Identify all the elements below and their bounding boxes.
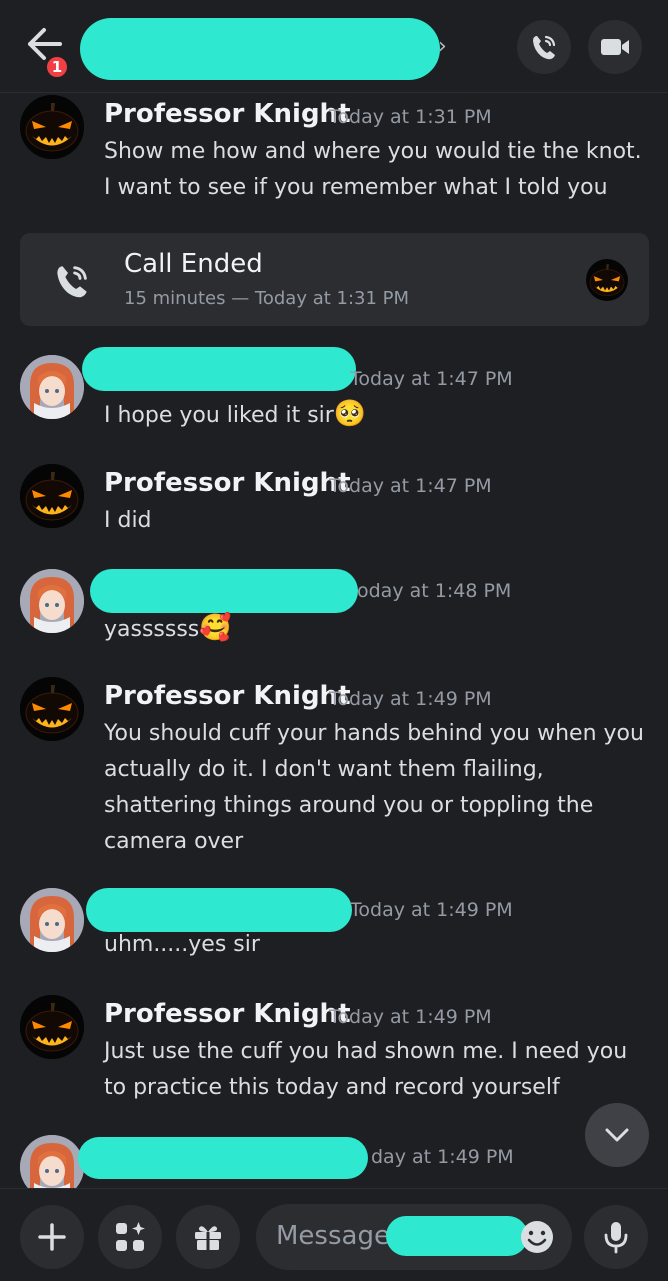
message[interactable]: Professor Knight Today at 1:49 PM Just u…: [0, 995, 668, 1115]
anime-avatar-image: [20, 1135, 84, 1188]
anime-avatar-image: [20, 569, 84, 633]
message-timestamp: Today at 1:31 PM: [329, 106, 492, 128]
message-timestamp: day at 1:49 PM: [371, 1146, 514, 1168]
chevron-right-icon[interactable]: ›: [438, 34, 447, 59]
voice-message-button[interactable]: [584, 1205, 648, 1269]
message-timestamp: Today at 1:49 PM: [329, 1006, 492, 1028]
phone-call-icon: [57, 266, 87, 298]
message-text: yassssss🥰: [104, 613, 232, 643]
avatar[interactable]: [20, 569, 84, 633]
message-text: Show me how and where you would tie the …: [104, 139, 642, 200]
redacted-channel-name[interactable]: [80, 18, 440, 80]
scroll-to-bottom-button[interactable]: [585, 1103, 649, 1167]
message[interactable]: Today at 1:47 PM I hope you liked it sir…: [0, 347, 668, 435]
pumpkin-avatar-image: [20, 464, 84, 528]
avatar[interactable]: [20, 677, 84, 741]
message[interactable]: Professor Knight Today at 1:49 PM You sh…: [0, 677, 668, 857]
plus-icon: [38, 1223, 66, 1251]
message-timestamp: Today at 1:47 PM: [329, 475, 492, 497]
composer-bar: Message @: [0, 1188, 668, 1281]
message-text: Just use the cuff you had shown me. I ne…: [104, 1039, 628, 1100]
message[interactable]: Professor Knight Today at 1:47 PM I did: [0, 464, 668, 544]
phone-call-icon: [533, 35, 556, 60]
redacted-author[interactable]: [78, 1137, 368, 1179]
chevron-down-icon: [605, 1128, 629, 1142]
add-attachment-button[interactable]: [20, 1205, 84, 1269]
notification-badge: 1: [44, 54, 70, 80]
message-input[interactable]: Message @: [256, 1204, 572, 1270]
avatar[interactable]: [20, 95, 84, 159]
video-call-button[interactable]: [588, 20, 642, 74]
pleading-face-emoji: 🥺: [333, 399, 367, 429]
message-text: I hope you liked it sir🥺: [104, 399, 367, 429]
message-text: I did: [104, 508, 152, 533]
message-timestamp: oday at 1:48 PM: [357, 580, 512, 602]
redacted-author[interactable]: [86, 888, 352, 932]
participant-avatar: [586, 259, 628, 301]
avatar[interactable]: [20, 464, 84, 528]
message-timestamp: Today at 1:49 PM: [329, 688, 492, 710]
pumpkin-avatar-image: [20, 995, 84, 1059]
anime-avatar-image: [20, 355, 84, 419]
message-author[interactable]: Professor Knight: [104, 999, 351, 1029]
gift-button[interactable]: [176, 1205, 240, 1269]
call-duration: 15 minutes — Today at 1:31 PM: [124, 288, 410, 309]
message-timestamp: Today at 1:47 PM: [350, 368, 513, 390]
call-title: Call Ended: [124, 249, 263, 279]
pumpkin-avatar-image: [20, 95, 84, 159]
message-author[interactable]: Professor Knight: [104, 99, 351, 129]
message-timestamp: Today at 1:49 PM: [350, 899, 513, 921]
message[interactable]: Professor Knight Today at 1:31 PM Show m…: [0, 95, 668, 215]
redacted-author[interactable]: [90, 569, 358, 613]
call-ended-card: Call Ended 15 minutes — Today at 1:31 PM: [20, 233, 649, 326]
video-camera-icon: [601, 39, 629, 55]
avatar[interactable]: [20, 1135, 84, 1188]
apps-button[interactable]: [98, 1205, 162, 1269]
message[interactable]: oday at 1:48 PM yassssss🥰: [0, 569, 668, 649]
anime-avatar-image: [20, 888, 84, 952]
message-author[interactable]: Professor Knight: [104, 681, 351, 711]
voice-call-button[interactable]: [517, 20, 571, 74]
gift-icon: [195, 1226, 221, 1250]
smiley-icon[interactable]: [518, 1218, 556, 1256]
microphone-icon: [604, 1222, 628, 1254]
message[interactable]: day at 1:49 PM: [0, 1135, 668, 1188]
message-text: uhm.....yes sir: [104, 932, 260, 957]
message[interactable]: Today at 1:49 PM uhm.....yes sir: [0, 888, 668, 968]
avatar[interactable]: [20, 355, 84, 419]
redacted-author[interactable]: [82, 347, 356, 391]
pumpkin-avatar-image: [20, 677, 84, 741]
message-author[interactable]: Professor Knight: [104, 468, 351, 498]
avatar[interactable]: [20, 995, 84, 1059]
chat-header: 1 ›: [0, 0, 668, 93]
smiling-hearts-emoji: 🥰: [199, 613, 232, 643]
apps-sparkle-icon: [116, 1222, 145, 1251]
redacted-recipient: [386, 1216, 528, 1256]
avatar[interactable]: [20, 888, 84, 952]
message-text: You should cuff your hands behind you wh…: [104, 721, 644, 854]
